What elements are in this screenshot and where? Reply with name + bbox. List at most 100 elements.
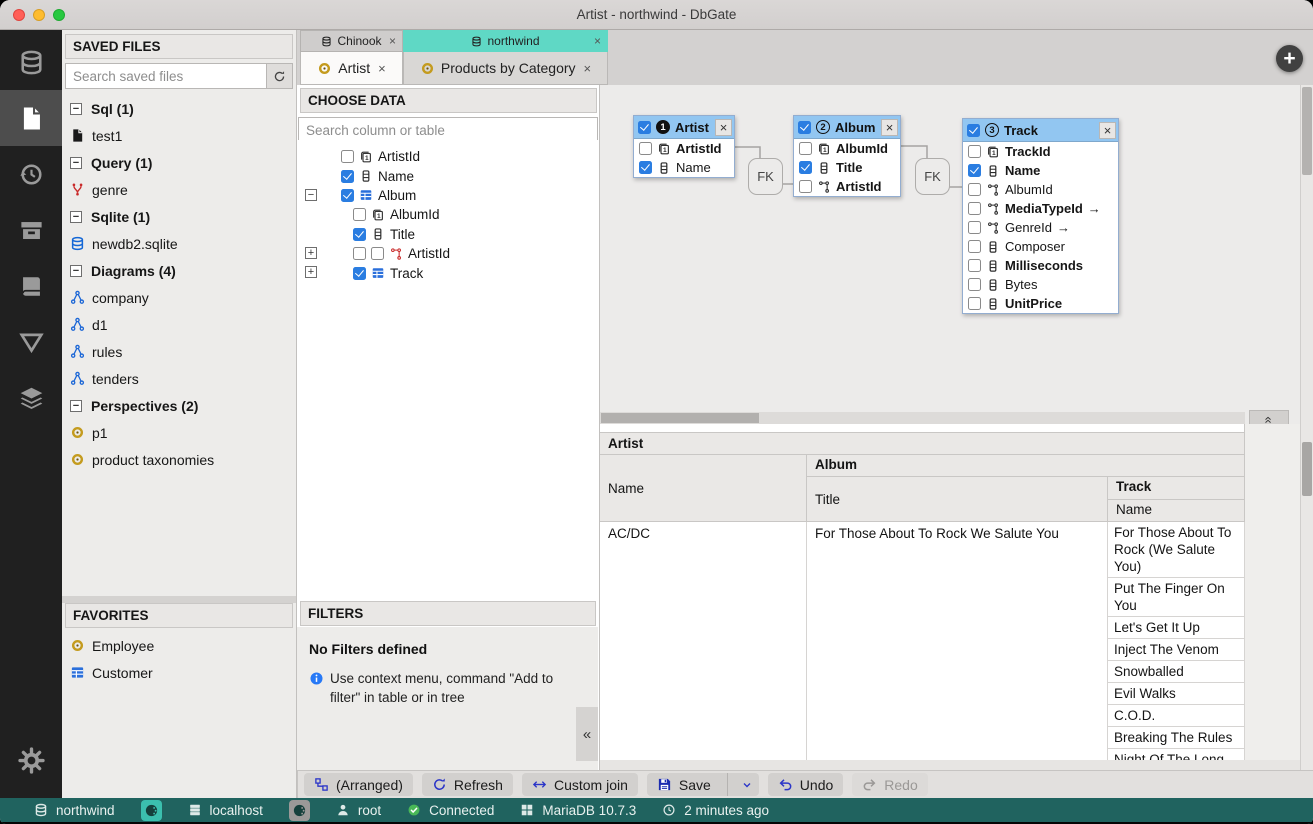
canvas-horizontal-scrollbar[interactable] xyxy=(600,412,1245,424)
checkbox[interactable] xyxy=(968,202,981,215)
grid-cell-track[interactable]: Snowballed xyxy=(1108,661,1244,683)
grid-header-artist-name[interactable]: Name xyxy=(600,455,807,522)
collapse-icon[interactable]: − xyxy=(70,400,82,412)
grid-horizontal-scrollbar[interactable] xyxy=(600,760,1300,770)
grid-cell-track[interactable]: For Those About To Rock (We Salute You) xyxy=(1108,522,1244,578)
designer-column-albumid[interactable]: AlbumId xyxy=(963,180,1118,199)
connection-color-badge[interactable] xyxy=(289,800,310,821)
grid-cell-track[interactable]: Let's Get It Up xyxy=(1108,617,1244,639)
saved-files-group-perspectives-2[interactable]: −Perspectives (2) xyxy=(62,392,296,419)
checkbox[interactable] xyxy=(639,142,652,155)
activity-history-button[interactable] xyxy=(0,146,62,202)
close-tab-icon[interactable]: × xyxy=(594,34,601,48)
fk-join-badge[interactable]: FK xyxy=(748,158,783,195)
designer-table-header[interactable]: 1Artist× xyxy=(634,116,734,139)
zoom-window-button[interactable] xyxy=(53,9,65,21)
activity-layers-button[interactable] xyxy=(0,370,62,426)
collapse-icon[interactable]: − xyxy=(70,211,82,223)
fk-join-badge[interactable]: FK xyxy=(915,158,950,195)
designer-column-unitprice[interactable]: UnitPrice xyxy=(963,294,1118,313)
close-tab-icon[interactable]: × xyxy=(378,61,386,76)
designer-table-artist[interactable]: 1Artist× 1ArtistIdName xyxy=(633,115,735,178)
grid-cell-track[interactable]: Inject The Venom xyxy=(1108,639,1244,661)
saved-file-genre[interactable]: genre xyxy=(62,176,296,203)
collapse-icon[interactable]: − xyxy=(70,265,82,277)
activity-file-button[interactable] xyxy=(0,90,62,146)
designer-table-header[interactable]: 3Track× xyxy=(963,119,1118,142)
checkbox[interactable] xyxy=(799,180,812,193)
designer-column-genreid[interactable]: GenreId→ xyxy=(963,218,1118,237)
designer-column-name[interactable]: Name xyxy=(963,161,1118,180)
checkbox[interactable] xyxy=(353,247,366,260)
expand-icon[interactable]: + xyxy=(305,247,317,259)
checkbox[interactable] xyxy=(799,142,812,155)
designer-column-title[interactable]: Title xyxy=(794,158,900,177)
checkbox[interactable] xyxy=(968,183,981,196)
column-tree-item-title[interactable]: Title xyxy=(297,225,598,244)
saved-file-d1[interactable]: d1 xyxy=(62,311,296,338)
designer-table-album[interactable]: 2Album× 1AlbumIdTitleArtistId xyxy=(793,115,901,197)
checkbox[interactable] xyxy=(799,161,812,174)
choose-data-header[interactable]: CHOOSE DATA xyxy=(300,88,597,113)
grid-group-album[interactable]: Album xyxy=(807,455,1245,477)
checkbox[interactable] xyxy=(371,247,384,260)
designer-canvas[interactable]: 1Artist× 1ArtistIdName 2Album× 1AlbumIdT… xyxy=(600,85,1300,424)
arranged-button[interactable]: (Arranged) xyxy=(304,773,413,796)
saved-files-group-diagrams-4[interactable]: −Diagrams (4) xyxy=(62,257,296,284)
saved-file-newdb2-sqlite[interactable]: newdb2.sqlite xyxy=(62,230,296,257)
saved-file-company[interactable]: company xyxy=(62,284,296,311)
redo-button[interactable]: Redo xyxy=(852,773,927,796)
save-dropdown-button[interactable] xyxy=(735,773,759,796)
checkbox[interactable] xyxy=(968,164,981,177)
grid-cell-track[interactable]: Put The Finger On You xyxy=(1108,578,1244,617)
saved-file-test1[interactable]: test1 xyxy=(62,122,296,149)
close-table-icon[interactable]: × xyxy=(1099,122,1116,139)
column-tree-item-track[interactable]: +Track xyxy=(297,263,598,282)
designer-column-albumid[interactable]: 1AlbumId xyxy=(794,139,900,158)
grid-cell-track[interactable]: Breaking The Rules xyxy=(1108,727,1244,749)
checkbox[interactable] xyxy=(341,170,354,183)
connection-color-badge[interactable] xyxy=(141,800,162,821)
grid-cell-track[interactable]: Evil Walks xyxy=(1108,683,1244,705)
saved-files-header[interactable]: SAVED FILES xyxy=(65,34,293,59)
designer-column-name[interactable]: Name xyxy=(634,158,734,177)
designer-column-artistid[interactable]: ArtistId xyxy=(794,177,900,196)
grid-group-artist[interactable]: Artist xyxy=(600,432,1245,455)
file-tab-products-by-category[interactable]: Products by Category× xyxy=(403,52,608,85)
close-tab-icon[interactable]: × xyxy=(584,61,592,76)
checkbox[interactable] xyxy=(638,121,651,134)
undo-button[interactable]: Undo xyxy=(768,773,843,796)
favorite-customer[interactable]: Customer xyxy=(62,659,296,686)
saved-files-search-input[interactable] xyxy=(65,63,267,89)
refresh-button[interactable]: Refresh xyxy=(422,773,513,796)
scrollbar-thumb[interactable] xyxy=(1302,442,1312,496)
checkbox[interactable] xyxy=(353,208,366,221)
designer-column-artistid[interactable]: 1ArtistId xyxy=(634,139,734,158)
column-tree-item-album[interactable]: −Album xyxy=(297,186,598,205)
designer-table-track[interactable]: 3Track× 1TrackIdNameAlbumIdMediaTypeId→G… xyxy=(962,118,1119,314)
settings-button[interactable] xyxy=(0,732,62,788)
activity-archive-button[interactable] xyxy=(0,202,62,258)
checkbox[interactable] xyxy=(353,228,366,241)
custom-join-button[interactable]: Custom join xyxy=(522,773,638,796)
designer-column-mediatypeid[interactable]: MediaTypeId→ xyxy=(963,199,1118,218)
database-tab-northwind[interactable]: northwind× xyxy=(403,30,608,52)
scrollbar-thumb[interactable] xyxy=(1302,87,1312,175)
checkbox[interactable] xyxy=(968,221,981,234)
expand-icon[interactable]: + xyxy=(305,266,317,278)
grid-group-track[interactable]: Track xyxy=(1108,477,1245,500)
saved-file-p1[interactable]: p1 xyxy=(62,419,296,446)
grid-cell-album-title[interactable]: For Those About To Rock We Salute You xyxy=(807,522,1108,760)
checkbox[interactable] xyxy=(968,240,981,253)
refresh-saved-files-button[interactable] xyxy=(267,63,293,89)
saved-files-group-sql-1[interactable]: −Sql (1) xyxy=(62,95,296,122)
column-tree-item-albumid[interactable]: 1AlbumId xyxy=(297,205,598,224)
minimize-window-button[interactable] xyxy=(33,9,45,21)
collapse-icon[interactable]: − xyxy=(305,189,317,201)
saved-file-product-taxonomies[interactable]: product taxonomies xyxy=(62,446,296,473)
activity-triangle-down-button[interactable] xyxy=(0,314,62,370)
checkbox[interactable] xyxy=(639,161,652,174)
designer-column-milliseconds[interactable]: Milliseconds xyxy=(963,256,1118,275)
checkbox[interactable] xyxy=(353,267,366,280)
saved-file-rules[interactable]: rules xyxy=(62,338,296,365)
